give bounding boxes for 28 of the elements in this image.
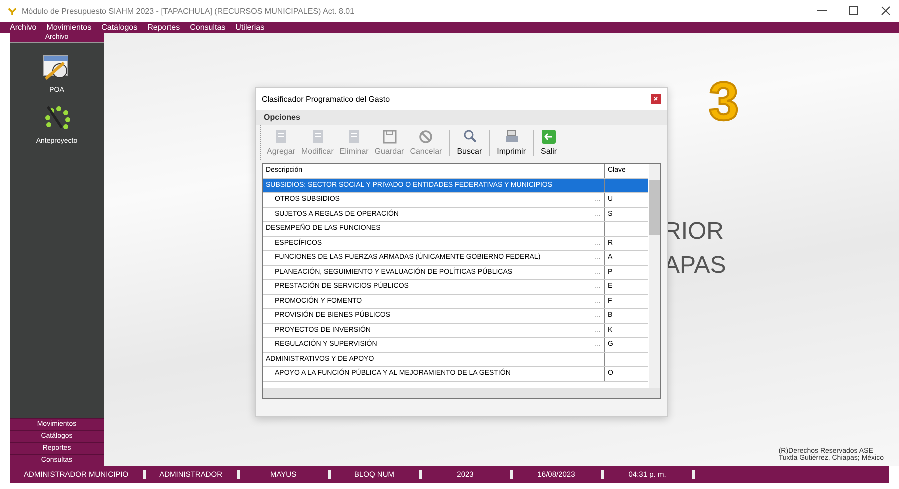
search-icon (462, 129, 477, 145)
maximize-icon[interactable] (849, 6, 859, 16)
toolbar-button[interactable]: Salir (539, 129, 560, 156)
app-logo-icon (8, 6, 17, 16)
horizontal-scrollbar[interactable] (263, 388, 660, 398)
menu-item[interactable]: Reportes (148, 23, 180, 32)
toolbar-button[interactable]: Imprimir (495, 129, 528, 156)
menu-item[interactable]: Archivo (10, 23, 37, 32)
menu-item[interactable]: Movimientos (46, 23, 92, 32)
window-title: Módulo de Presupuesto SIAHM 2023 - [TAPACHULA] (RECURSOS MUNICIPALES) Act. 8.01 (22, 6, 356, 16)
printer-icon (504, 129, 519, 145)
menu-item[interactable]: Opciones (264, 113, 300, 122)
step-number: 3 (709, 75, 740, 129)
exit-icon (542, 129, 556, 145)
close-icon[interactable] (651, 94, 661, 104)
save-icon (382, 129, 396, 145)
close-icon[interactable] (881, 6, 891, 16)
toolbar-button[interactable]: Buscar (455, 129, 484, 156)
document-icon (310, 129, 325, 145)
dialog-title: Clasificador Programatico del Gasto (262, 94, 390, 104)
prohibited-icon (419, 129, 434, 145)
menu-item[interactable]: Consultas (190, 23, 226, 32)
document-icon (274, 129, 288, 145)
document-icon (347, 129, 362, 145)
vertical-scrollbar[interactable] (649, 164, 660, 388)
background-logo-text: APAS (664, 251, 726, 281)
menu-item[interactable]: Catálogos (102, 23, 138, 32)
menu-item[interactable]: Utilerias (236, 23, 265, 32)
